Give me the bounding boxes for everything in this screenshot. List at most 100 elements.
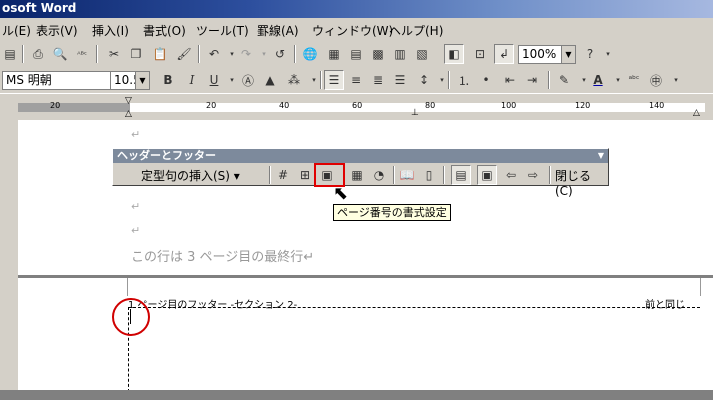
zoom-select[interactable]: 100% ▼ — [518, 45, 576, 64]
distribute-icon[interactable]: ☰ — [390, 70, 410, 90]
tables-borders-icon[interactable]: ▦ — [324, 44, 344, 64]
ruler-tick: 80 — [425, 101, 436, 110]
tab-stop-icon[interactable]: ⊥ — [411, 108, 419, 118]
page-setup-icon[interactable]: 📖 — [397, 165, 417, 185]
zoom-value: 100% — [522, 47, 557, 61]
format-painter-icon[interactable]: 🖌 — [174, 44, 194, 64]
insert-autotext-button[interactable]: 定型句の挿入(S) ▾ — [141, 167, 240, 184]
menu-format[interactable]: 書式(O) — [143, 22, 186, 39]
indent-marker-icon[interactable]: ▽ — [125, 96, 132, 106]
crop-mark — [700, 278, 713, 296]
increase-indent-icon[interactable]: ⇥ — [522, 70, 542, 90]
separator — [96, 45, 98, 63]
drawing-icon[interactable]: ▧ — [412, 44, 432, 64]
show-hide-text-icon[interactable]: ▯ — [419, 165, 439, 185]
help-dropdown-icon[interactable]: ▾ — [598, 44, 618, 64]
align-center-icon[interactable]: ≡ — [346, 70, 366, 90]
columns-icon[interactable]: ▥ — [390, 44, 410, 64]
menu-help[interactable]: ヘルプ(H) — [389, 22, 443, 39]
ruler-tick: 140 — [649, 101, 665, 110]
window-title: osoft Word — [2, 1, 77, 15]
copy-icon[interactable]: ❐ — [126, 44, 146, 64]
insert-time-icon[interactable]: ◔ — [369, 165, 389, 185]
show-previous-icon[interactable]: ⇦ — [501, 165, 521, 185]
help-icon[interactable]: ? — [580, 44, 600, 64]
insert-page-number-icon[interactable]: # — [273, 165, 293, 185]
toolbar-title-bar[interactable]: ヘッダーとフッター ▼ — [113, 149, 608, 163]
insert-table-icon[interactable]: ▤ — [346, 44, 366, 64]
document-page[interactable]: ↵ ↵ ↵ この行は 3 ページ目の最終行↵ — [18, 120, 713, 275]
menu-edit[interactable]: ル(E) — [2, 22, 31, 39]
tooltip: ページ番号の書式設定 — [333, 204, 451, 221]
font-size-select[interactable]: 10.5 ▼ — [110, 71, 150, 90]
separator — [443, 166, 445, 184]
repeat-icon[interactable]: ↺ — [270, 44, 290, 64]
vertical-ruler — [0, 120, 18, 400]
paste-icon[interactable]: 📋 — [150, 44, 170, 64]
menu-table[interactable]: 罫線(A) — [257, 22, 299, 39]
highlight-icon[interactable]: ✎ — [554, 70, 574, 90]
character-scaling-icon[interactable]: ⁂ — [284, 70, 304, 90]
close-button[interactable]: 閉じる(C) — [555, 167, 608, 198]
chevron-down-icon[interactable]: ▼ — [561, 46, 575, 63]
hyperlink-icon[interactable]: 🌐 — [300, 44, 320, 64]
line-spacing-icon[interactable]: ↕ — [414, 70, 434, 90]
ruler-tick: 20 — [50, 101, 61, 110]
menu-insert[interactable]: 挿入(I) — [92, 22, 129, 39]
save-icon[interactable]: ▤ — [0, 44, 20, 64]
window-bottom-edge — [0, 390, 713, 400]
toolbar-options-icon[interactable]: ▼ — [598, 149, 604, 163]
font-name-value: MS 明朝 — [6, 73, 52, 87]
separator — [548, 71, 550, 89]
footer-area[interactable] — [128, 307, 700, 392]
separator — [269, 166, 271, 184]
redo-icon[interactable]: ↷ — [236, 44, 256, 64]
separator — [393, 166, 395, 184]
underline-button[interactable]: U — [204, 70, 224, 90]
paragraph-mark: ↵ — [131, 128, 141, 141]
insert-date-icon[interactable]: ▦ — [347, 165, 367, 185]
decrease-indent-icon[interactable]: ⇤ — [500, 70, 520, 90]
paragraph-mark: ↵ — [131, 200, 141, 213]
right-indent-icon[interactable]: △ — [693, 108, 700, 118]
print-icon[interactable]: ⎙ — [28, 44, 48, 64]
horizontal-ruler[interactable]: 20 20 40 60 80 100 120 140 ▽ △ ⊥ △ — [0, 93, 713, 120]
phonetic-guide-icon[interactable]: ᵃᵇᶜ — [624, 70, 644, 90]
menu-tools[interactable]: ツール(T) — [196, 22, 249, 39]
print-preview-icon[interactable]: 🔍 — [50, 44, 70, 64]
align-right-icon[interactable]: ≣ — [368, 70, 388, 90]
document-map-icon[interactable]: ◧ — [444, 44, 464, 64]
mouse-pointer-icon: ⬉ — [333, 183, 349, 204]
hanging-indent-icon[interactable]: △ — [125, 109, 132, 119]
menu-window[interactable]: ウィンドウ(W) — [312, 22, 393, 39]
bullets-icon[interactable]: • — [476, 70, 496, 90]
numbering-icon[interactable]: ⒈ — [454, 70, 474, 90]
separator — [448, 71, 450, 89]
italic-button[interactable]: I — [182, 70, 202, 90]
paragraph-mark: ↵ — [131, 224, 141, 237]
show-hide-icon[interactable]: ⊡ — [470, 44, 490, 64]
same-as-previous-icon[interactable]: ▤ — [451, 165, 471, 185]
show-next-icon[interactable]: ⇨ — [523, 165, 543, 185]
show-formatting-icon[interactable]: ↲ — [494, 44, 514, 64]
enclose-dropdown-icon[interactable]: ▾ — [666, 70, 686, 90]
highlight-circle — [112, 298, 150, 336]
ruler-tick: 60 — [352, 101, 363, 110]
menu-bar: ル(E) 表示(V) 挿入(I) 書式(O) ツール(T) 罫線(A) ウィンド… — [0, 18, 713, 41]
menu-view[interactable]: 表示(V) — [36, 22, 78, 39]
character-shading-icon[interactable]: ▲ — [260, 70, 280, 90]
character-border-icon[interactable]: Ⓐ — [238, 70, 258, 90]
switch-header-footer-icon[interactable]: ▣ — [477, 165, 497, 185]
enclose-characters-icon[interactable]: ㊥ — [646, 70, 666, 90]
spelling-icon[interactable]: ᴬᴮᶜ — [72, 44, 92, 64]
font-color-button[interactable]: A — [588, 70, 608, 90]
undo-icon[interactable]: ↶ — [204, 44, 224, 64]
ruler-tick: 40 — [279, 101, 290, 110]
align-justify-icon[interactable]: ☰ — [324, 70, 344, 90]
ruler-tick: 120 — [575, 101, 591, 110]
insert-excel-icon[interactable]: ▩ — [368, 44, 388, 64]
insert-page-count-icon[interactable]: ⊞ — [295, 165, 315, 185]
chevron-down-icon[interactable]: ▼ — [135, 72, 149, 89]
cut-icon[interactable]: ✂ — [104, 44, 124, 64]
bold-button[interactable]: B — [158, 70, 178, 90]
